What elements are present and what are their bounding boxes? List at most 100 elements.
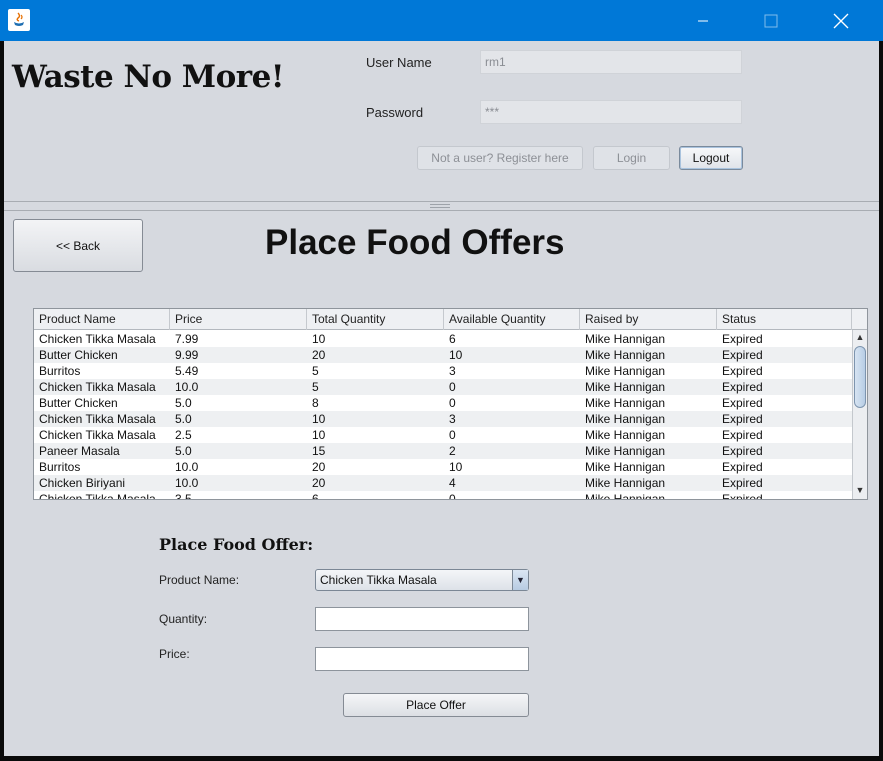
- table-cell: 3: [449, 412, 456, 426]
- scroll-down-icon[interactable]: ▼: [853, 483, 867, 498]
- table-row[interactable]: Chicken Tikka Masala 10.0 5 0 Mike Hannigan E…: [34, 379, 852, 395]
- table-cell: Expired: [722, 492, 763, 499]
- table-cell: 0: [449, 492, 456, 499]
- table-cell: 20: [312, 476, 326, 490]
- table-cell: 5.0: [175, 412, 192, 426]
- product-name-value: Chicken Tikka Masala: [320, 573, 437, 587]
- chevron-down-icon[interactable]: ▼: [512, 570, 528, 590]
- title-bar: [0, 0, 883, 41]
- table-cell: Mike Hannigan: [585, 444, 666, 458]
- table-cell: 9.99: [175, 348, 199, 362]
- scroll-thumb[interactable]: [854, 346, 866, 408]
- table-cell: Mike Hannigan: [585, 380, 666, 394]
- app-title: Waste No More!: [12, 59, 284, 95]
- client-area: Waste No More! User Name rm1 Password **…: [4, 41, 879, 756]
- price-field[interactable]: [315, 647, 529, 671]
- table-cell: Mike Hannigan: [585, 412, 666, 426]
- table-cell: Chicken Tikka Masala: [39, 332, 156, 346]
- table-cell: Expired: [722, 460, 763, 474]
- table-cell: 6: [449, 332, 456, 346]
- logout-button[interactable]: Logout: [679, 146, 743, 170]
- table-cell: 0: [449, 428, 456, 442]
- split-divider[interactable]: [4, 201, 879, 211]
- table-row[interactable]: Butter Chicken 9.99 20 10 Mike Hannigan Expir…: [34, 347, 852, 363]
- register-button[interactable]: Not a user? Register here: [417, 146, 583, 170]
- table-row[interactable]: Chicken Tikka Masala 7.99 10 6 Mike Hannigan…: [34, 331, 852, 347]
- page-title: Place Food Offers: [265, 223, 565, 262]
- split-grip[interactable]: [430, 204, 450, 208]
- table-cell: Mike Hannigan: [585, 348, 666, 362]
- table-cell: Expired: [722, 364, 763, 378]
- place-offer-button[interactable]: Place Offer: [343, 693, 529, 717]
- column-header[interactable]: Status: [717, 309, 852, 330]
- table-cell: 2: [449, 444, 456, 458]
- table-cell: Chicken Tikka Masala: [39, 492, 156, 499]
- app-window: Waste No More! User Name rm1 Password **…: [0, 0, 883, 761]
- table-cell: 3: [449, 364, 456, 378]
- table-row[interactable]: Butter Chicken 5.0 8 0 Mike Hannigan Expired: [34, 395, 852, 411]
- column-header[interactable]: Available Quantity: [444, 309, 580, 330]
- table-cell: 10: [312, 428, 326, 442]
- table-cell: Paneer Masala: [39, 444, 120, 458]
- table-cell: 10: [312, 332, 326, 346]
- table-row[interactable]: Burritos 10.0 20 10 Mike Hannigan Expired: [34, 459, 852, 475]
- offers-table: Product Name Price Total Quantity Availa…: [33, 308, 868, 500]
- table-cell: Expired: [722, 476, 763, 490]
- table-row[interactable]: Chicken Tikka Masala 3.5 6 0 Mike Hannigan Ex…: [34, 491, 852, 499]
- table-cell: Mike Hannigan: [585, 332, 666, 346]
- table-row[interactable]: Chicken Biriyani 10.0 20 4 Mike Hannigan Expi…: [34, 475, 852, 491]
- table-cell: Expired: [722, 396, 763, 410]
- column-header[interactable]: Product Name: [34, 309, 170, 330]
- table-cell: Expired: [722, 428, 763, 442]
- quantity-field[interactable]: [315, 607, 529, 631]
- password-field[interactable]: ***: [480, 100, 742, 124]
- table-cell: 2.5: [175, 428, 192, 442]
- table-row[interactable]: Chicken Tikka Masala 5.0 10 3 Mike Hannigan E…: [34, 411, 852, 427]
- table-header: Product Name Price Total Quantity Availa…: [34, 309, 852, 330]
- table-cell: Chicken Tikka Masala: [39, 380, 156, 394]
- maximize-icon[interactable]: [748, 0, 794, 41]
- table-cell: 0: [449, 396, 456, 410]
- table-cell: Butter Chicken: [39, 348, 118, 362]
- username-field[interactable]: rm1: [480, 50, 742, 74]
- table-cell: Mike Hannigan: [585, 492, 666, 499]
- table-row[interactable]: Burritos 5.49 5 3 Mike Hannigan Expired: [34, 363, 852, 379]
- table-cell: Mike Hannigan: [585, 460, 666, 474]
- table-cell: 5: [312, 380, 319, 394]
- login-button[interactable]: Login: [593, 146, 670, 170]
- back-button[interactable]: << Back: [13, 219, 143, 272]
- table-cell: Burritos: [39, 364, 81, 378]
- table-cell: 5: [312, 364, 319, 378]
- close-icon[interactable]: [818, 0, 864, 41]
- product-name-label: Product Name:: [159, 573, 240, 587]
- table-cell: 20: [312, 348, 326, 362]
- java-icon[interactable]: [8, 9, 30, 31]
- table-cell: 10: [449, 460, 463, 474]
- table-cell: Expired: [722, 332, 763, 346]
- vertical-scrollbar[interactable]: ▲ ▼: [852, 330, 867, 499]
- table-cell: 10.0: [175, 476, 199, 490]
- scroll-up-icon[interactable]: ▲: [853, 330, 867, 345]
- table-cell: Expired: [722, 348, 763, 362]
- column-header[interactable]: Price: [170, 309, 307, 330]
- minimize-icon[interactable]: [680, 0, 726, 41]
- table-cell: 0: [449, 380, 456, 394]
- column-header[interactable]: Raised by: [580, 309, 717, 330]
- table-cell: 15: [312, 444, 326, 458]
- table-cell: Chicken Biriyani: [39, 476, 126, 490]
- table-row[interactable]: Chicken Tikka Masala 2.5 10 0 Mike Hannigan E…: [34, 427, 852, 443]
- table-cell: 4: [449, 476, 456, 490]
- table-cell: Burritos: [39, 460, 81, 474]
- table-cell: Expired: [722, 380, 763, 394]
- product-name-select[interactable]: Chicken Tikka Masala ▼: [315, 569, 529, 591]
- header-corner: [852, 309, 867, 330]
- form-title: Place Food Offer:: [159, 535, 314, 554]
- table-cell: Expired: [722, 412, 763, 426]
- table-cell: 7.99: [175, 332, 199, 346]
- quantity-label: Quantity:: [159, 612, 208, 626]
- table-cell: Expired: [722, 444, 763, 458]
- column-header[interactable]: Total Quantity: [307, 309, 444, 330]
- password-label: Password: [366, 105, 424, 120]
- table-row[interactable]: Paneer Masala 5.0 15 2 Mike Hannigan Expired: [34, 443, 852, 459]
- table-cell: 3.5: [175, 492, 192, 499]
